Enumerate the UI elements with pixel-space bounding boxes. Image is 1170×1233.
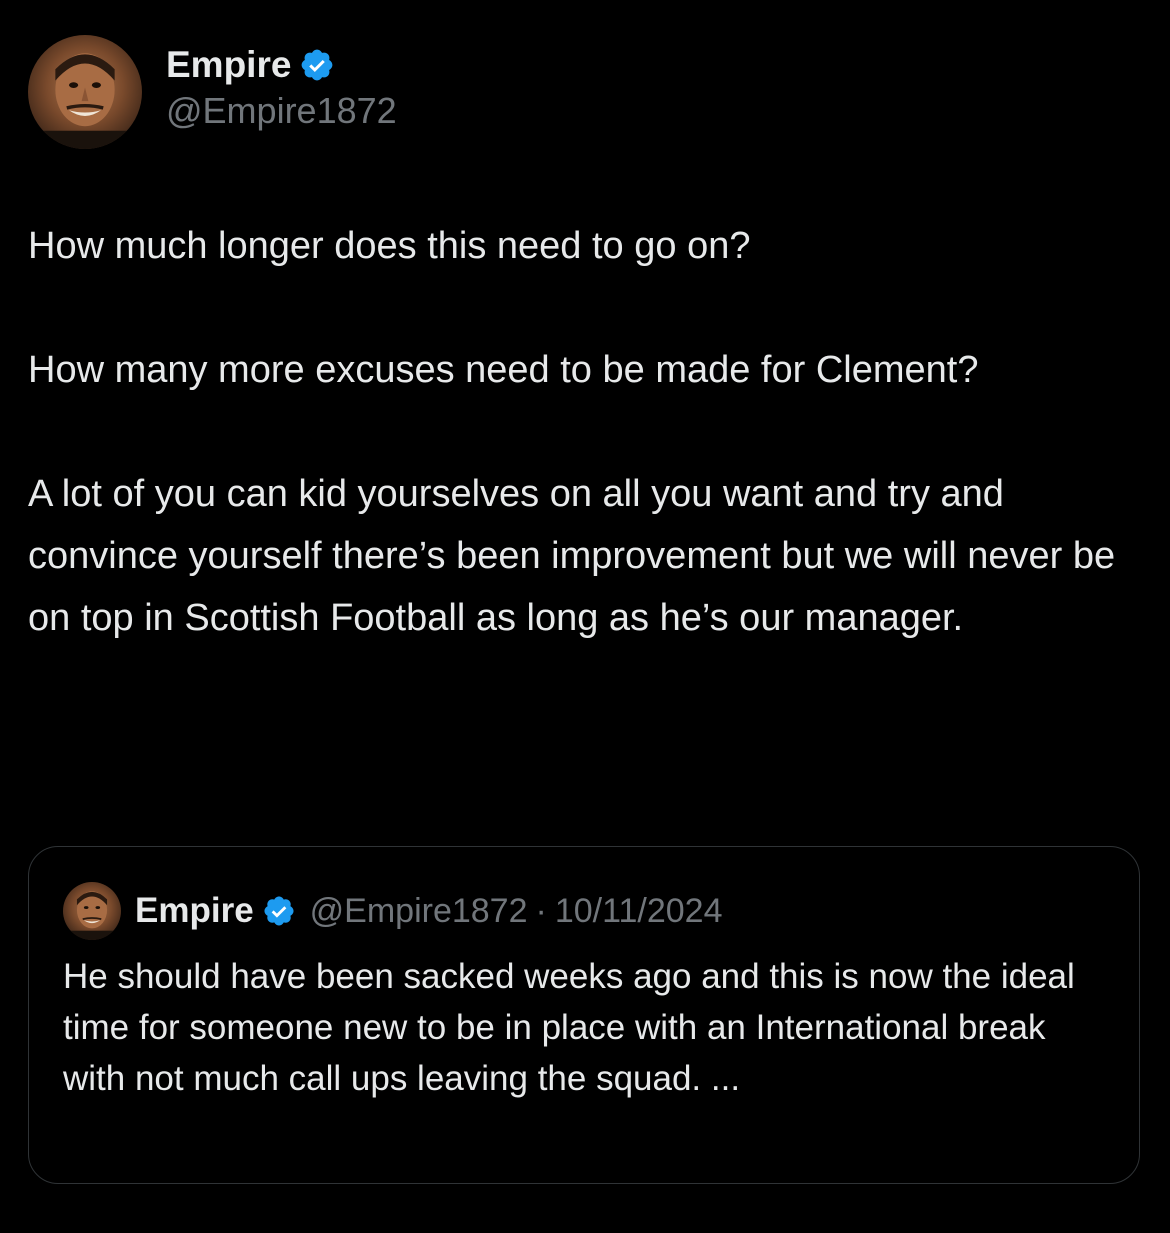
author-avatar[interactable]	[28, 35, 142, 149]
tweet-paragraph: How much longer does this need to go on?	[28, 225, 751, 267]
tweet-card: Empire @Empire1872 How much longer does …	[0, 0, 1170, 1233]
tweet-header: Empire @Empire1872	[28, 34, 397, 150]
author-handle[interactable]: @Empire1872	[166, 89, 397, 133]
quoted-tweet-text: He should have been sacked weeks ago and…	[63, 957, 1075, 1098]
separator-dot: ·	[535, 891, 547, 930]
verified-badge-icon[interactable]	[299, 47, 335, 83]
quoted-author-display-name: Empire	[135, 891, 254, 930]
author-names: Empire @Empire1872	[166, 43, 397, 133]
profile-photo-icon	[28, 53, 142, 149]
profile-photo-icon	[63, 891, 121, 940]
tweet-body: How much longer does this need to go on?…	[28, 215, 1138, 649]
tweet-paragraph: How many more excuses need to be made fo…	[28, 349, 979, 391]
verified-badge-icon	[264, 896, 294, 926]
quoted-tweet-header: Empire @Empire1872 · 10/11/2024	[63, 882, 723, 940]
quoted-tweet-date: 10/11/2024	[554, 891, 723, 930]
quoted-author-avatar	[63, 882, 121, 940]
quoted-author-handle: @Empire1872	[309, 891, 528, 930]
tweet-paragraph: A lot of you can kid yourselves on all y…	[28, 473, 1116, 639]
quoted-tweet[interactable]: Empire @Empire1872 · 10/11/2024 He shoul…	[28, 846, 1140, 1184]
author-display-name[interactable]: Empire	[166, 43, 291, 87]
author-name-row: Empire	[166, 43, 397, 87]
